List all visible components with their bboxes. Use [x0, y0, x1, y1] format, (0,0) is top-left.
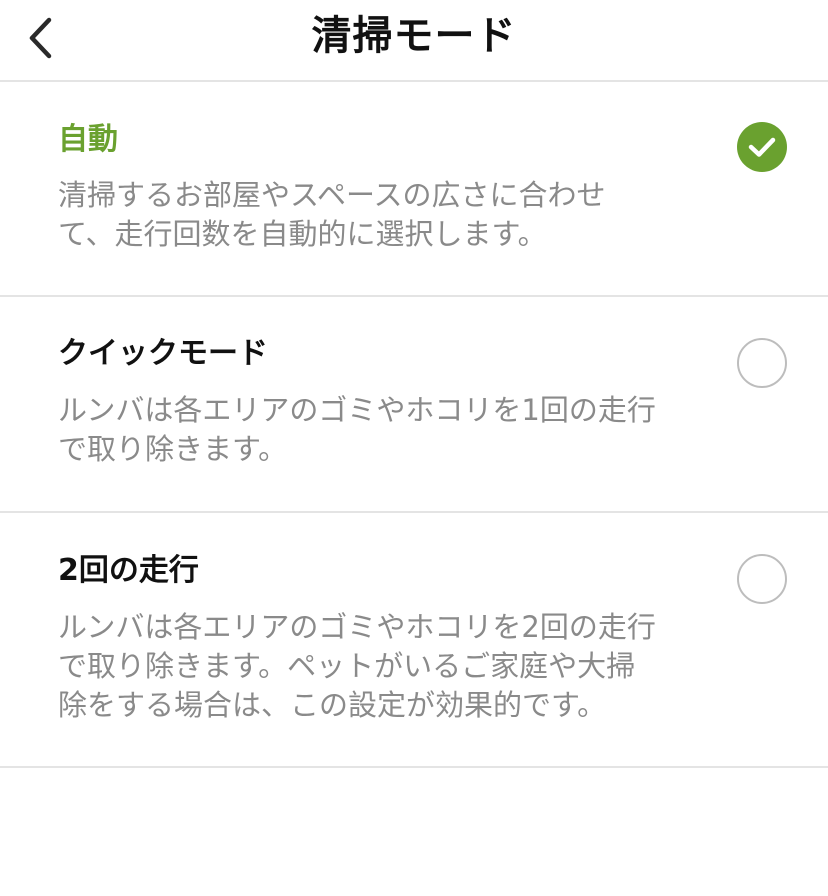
- mode-option-description: ルンバは各エリアのゴミやホコリを1回の走行 で取り除きます。: [58, 393, 656, 466]
- mode-option-quick[interactable]: クイックモード ルンバは各エリアのゴミやホコリを1回の走行 で取り除きます。: [0, 297, 828, 513]
- check-circle-icon[interactable]: [737, 122, 787, 172]
- cleaning-mode-screen: 清掃モード 自動 清掃するお部屋やスペースの広さに合わせ て、走行回数を自動的に…: [0, 0, 828, 896]
- radio-empty-icon[interactable]: [737, 554, 787, 604]
- mode-option-description: 清掃するお部屋やスペースの広さに合わせ て、走行回数を自動的に選択します。: [58, 178, 606, 251]
- mode-option-title: 2回の走行: [58, 553, 199, 588]
- header-bar: 清掃モード: [0, 0, 828, 82]
- mode-option-auto[interactable]: 自動 清掃するお部屋やスペースの広さに合わせ て、走行回数を自動的に選択します。: [0, 82, 828, 297]
- radio-empty-icon[interactable]: [737, 338, 787, 388]
- mode-option-two-pass[interactable]: 2回の走行 ルンバは各エリアのゴミやホコリを2回の走行 で取り除きます。ペットが…: [0, 513, 828, 768]
- mode-option-title: クイックモード: [58, 336, 268, 371]
- checkmark-icon: [748, 137, 776, 157]
- mode-option-title: 自動: [58, 122, 118, 157]
- mode-option-description: ルンバは各エリアのゴミやホコリを2回の走行 で取り除きます。ペットがいるご家庭や…: [58, 610, 656, 722]
- page-title: 清掃モード: [311, 13, 517, 59]
